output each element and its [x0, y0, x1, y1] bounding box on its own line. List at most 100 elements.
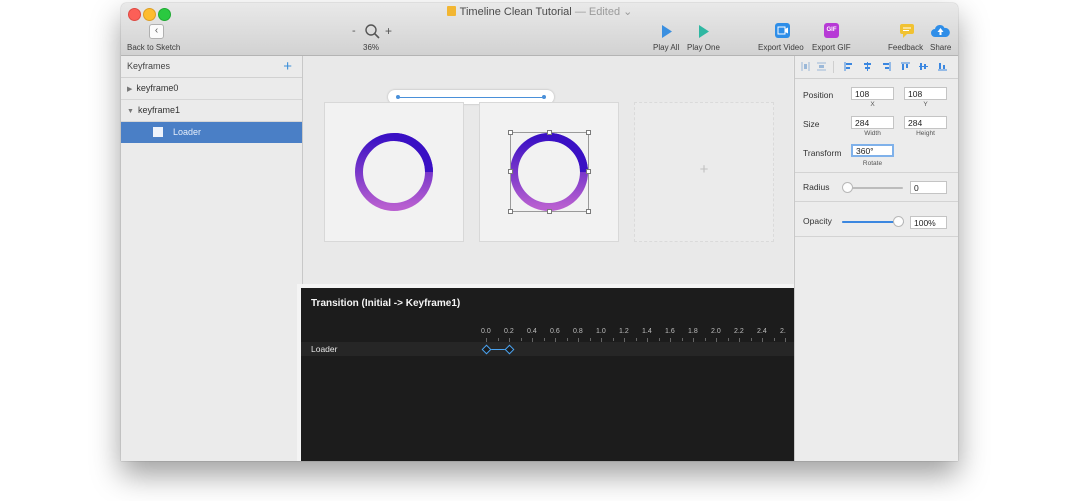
zoom-in-button[interactable]: +: [385, 24, 392, 38]
layer-row-loader[interactable]: Loader: [121, 122, 302, 143]
ruler-tick-label: 1.4: [642, 328, 652, 335]
play-one-icon[interactable]: [698, 25, 710, 38]
ruler-tick-label: 1.2: [619, 328, 629, 335]
radius-label: Radius: [803, 182, 830, 192]
resize-handle[interactable]: [508, 169, 513, 174]
ruler-tick-label: 1.8: [688, 328, 698, 335]
align-middle-vertical-icon[interactable]: [919, 62, 928, 71]
back-to-sketch-label[interactable]: Back to Sketch: [127, 43, 180, 52]
resize-handle[interactable]: [508, 209, 513, 214]
height-caption: Height: [916, 130, 935, 137]
x-caption: X: [870, 101, 875, 108]
ruler-tick-label: 0.6: [550, 328, 560, 335]
keyframe-end-marker[interactable]: [504, 344, 515, 355]
ruler-tick-label: 2.2: [734, 328, 744, 335]
loader-ring[interactable]: [325, 103, 463, 241]
share-cloud-icon[interactable]: [931, 24, 950, 38]
ruler-tick-label: 0.8: [573, 328, 583, 335]
resize-handle[interactable]: [508, 130, 513, 135]
width-field[interactable]: 284: [851, 116, 894, 129]
distribute-horizontal-icon[interactable]: [801, 62, 810, 71]
add-keyframe-button[interactable]: +: [283, 56, 292, 77]
resize-handle[interactable]: [586, 130, 591, 135]
keyframe-row-1[interactable]: ▼ keyframe1: [121, 100, 302, 122]
opacity-slider-knob[interactable]: [893, 216, 904, 227]
export-video-icon[interactable]: [775, 23, 790, 38]
zoom-out-button[interactable]: -: [352, 25, 356, 37]
ruler-tick-label: 2.: [780, 328, 786, 335]
align-left-icon[interactable]: [844, 62, 853, 71]
distribute-vertical-icon[interactable]: [817, 62, 826, 71]
timeline-row-loader[interactable]: Loader: [301, 342, 796, 356]
radius-slider-track[interactable]: [845, 187, 903, 189]
ruler-tick: [704, 338, 706, 341]
size-label: Size: [803, 119, 820, 129]
app-window: Timeline Clean Tutorial — Edited ⌄ ‹ Bac…: [121, 3, 958, 461]
position-x-field[interactable]: 108: [851, 87, 894, 100]
timeline-panel: Transition (Initial -> Keyframe1) 0.0 0.2…: [297, 284, 800, 461]
ruler-tick: [727, 338, 729, 341]
radius-field[interactable]: 0: [910, 181, 947, 194]
add-keyframe-artboard[interactable]: +: [634, 102, 774, 242]
align-center-horizontal-icon[interactable]: [863, 62, 872, 71]
height-field[interactable]: 284: [904, 116, 947, 129]
ruler-tick: [750, 338, 752, 341]
feedback-button[interactable]: Feedback: [888, 43, 923, 52]
keyframe-start-marker[interactable]: [481, 344, 492, 355]
ruler-tick: [520, 338, 522, 341]
export-video-button[interactable]: Export Video: [758, 43, 804, 52]
play-all-icon[interactable]: [661, 25, 673, 38]
position-y-field[interactable]: 108: [904, 87, 947, 100]
artboard-keyframe1[interactable]: [479, 102, 619, 242]
resize-handle[interactable]: [586, 209, 591, 214]
resize-handle[interactable]: [547, 209, 552, 214]
resize-handle[interactable]: [547, 130, 552, 135]
toolbar: Timeline Clean Tutorial — Edited ⌄ ‹ Bac…: [121, 3, 958, 56]
zoom-level: 36%: [363, 43, 380, 52]
artboard-keyframe0[interactable]: [324, 102, 464, 242]
share-button[interactable]: Share: [930, 43, 951, 52]
keyframe-row-0[interactable]: ▶ keyframe0: [121, 78, 302, 100]
zoom-magnifier-icon[interactable]: [364, 23, 381, 40]
ruler-tick-label: 1.0: [596, 328, 606, 335]
ruler-tick: [612, 338, 614, 341]
selection-box[interactable]: [510, 132, 589, 212]
back-button[interactable]: ‹: [149, 24, 164, 39]
export-gif-button[interactable]: Export GIF: [812, 43, 851, 52]
rotate-caption: Rotate: [862, 160, 883, 167]
inspector-panel: Position 108 108 X Y Size 284 284 Width …: [794, 56, 958, 461]
ruler-tick: [543, 338, 545, 341]
ruler-tick-label: 0.0: [481, 328, 491, 335]
window-title: Timeline Clean Tutorial — Edited ⌄: [121, 5, 958, 19]
scrubber-end-dot[interactable]: [542, 95, 546, 99]
resize-handle[interactable]: [586, 169, 591, 174]
ruler-tick-label: 2.0: [711, 328, 721, 335]
rotate-field[interactable]: 360°: [851, 144, 894, 157]
ruler-tick: [658, 338, 660, 341]
feedback-icon[interactable]: [900, 24, 914, 38]
align-right-icon[interactable]: [882, 62, 891, 71]
align-top-icon[interactable]: [901, 62, 910, 71]
ruler-tick: [681, 338, 683, 341]
play-all-button[interactable]: Play All: [653, 43, 679, 52]
ruler-tick: [773, 338, 775, 341]
image-layer-icon: [153, 127, 163, 137]
alignment-toolbar: [795, 56, 958, 79]
ruler-tick-label: 0.4: [527, 328, 537, 335]
export-gif-icon[interactable]: GIF: [824, 23, 839, 38]
radius-slider-knob[interactable]: [842, 182, 853, 193]
play-one-button[interactable]: Play One: [687, 43, 720, 52]
disclosure-down-icon[interactable]: ▼: [127, 108, 134, 115]
disclosure-right-icon[interactable]: ▶: [127, 86, 132, 93]
scrubber-start-dot[interactable]: [396, 95, 400, 99]
ruler-tick: [589, 338, 591, 341]
width-caption: Width: [864, 130, 881, 137]
add-artboard-icon[interactable]: +: [635, 161, 773, 178]
document-icon: [446, 6, 456, 16]
opacity-field[interactable]: 100%: [910, 216, 947, 229]
align-bottom-icon[interactable]: [938, 62, 947, 71]
transform-label: Transform: [803, 148, 842, 158]
ruler-tick: [566, 338, 568, 341]
position-label: Position: [803, 90, 834, 100]
ruler-tick: [497, 338, 499, 341]
